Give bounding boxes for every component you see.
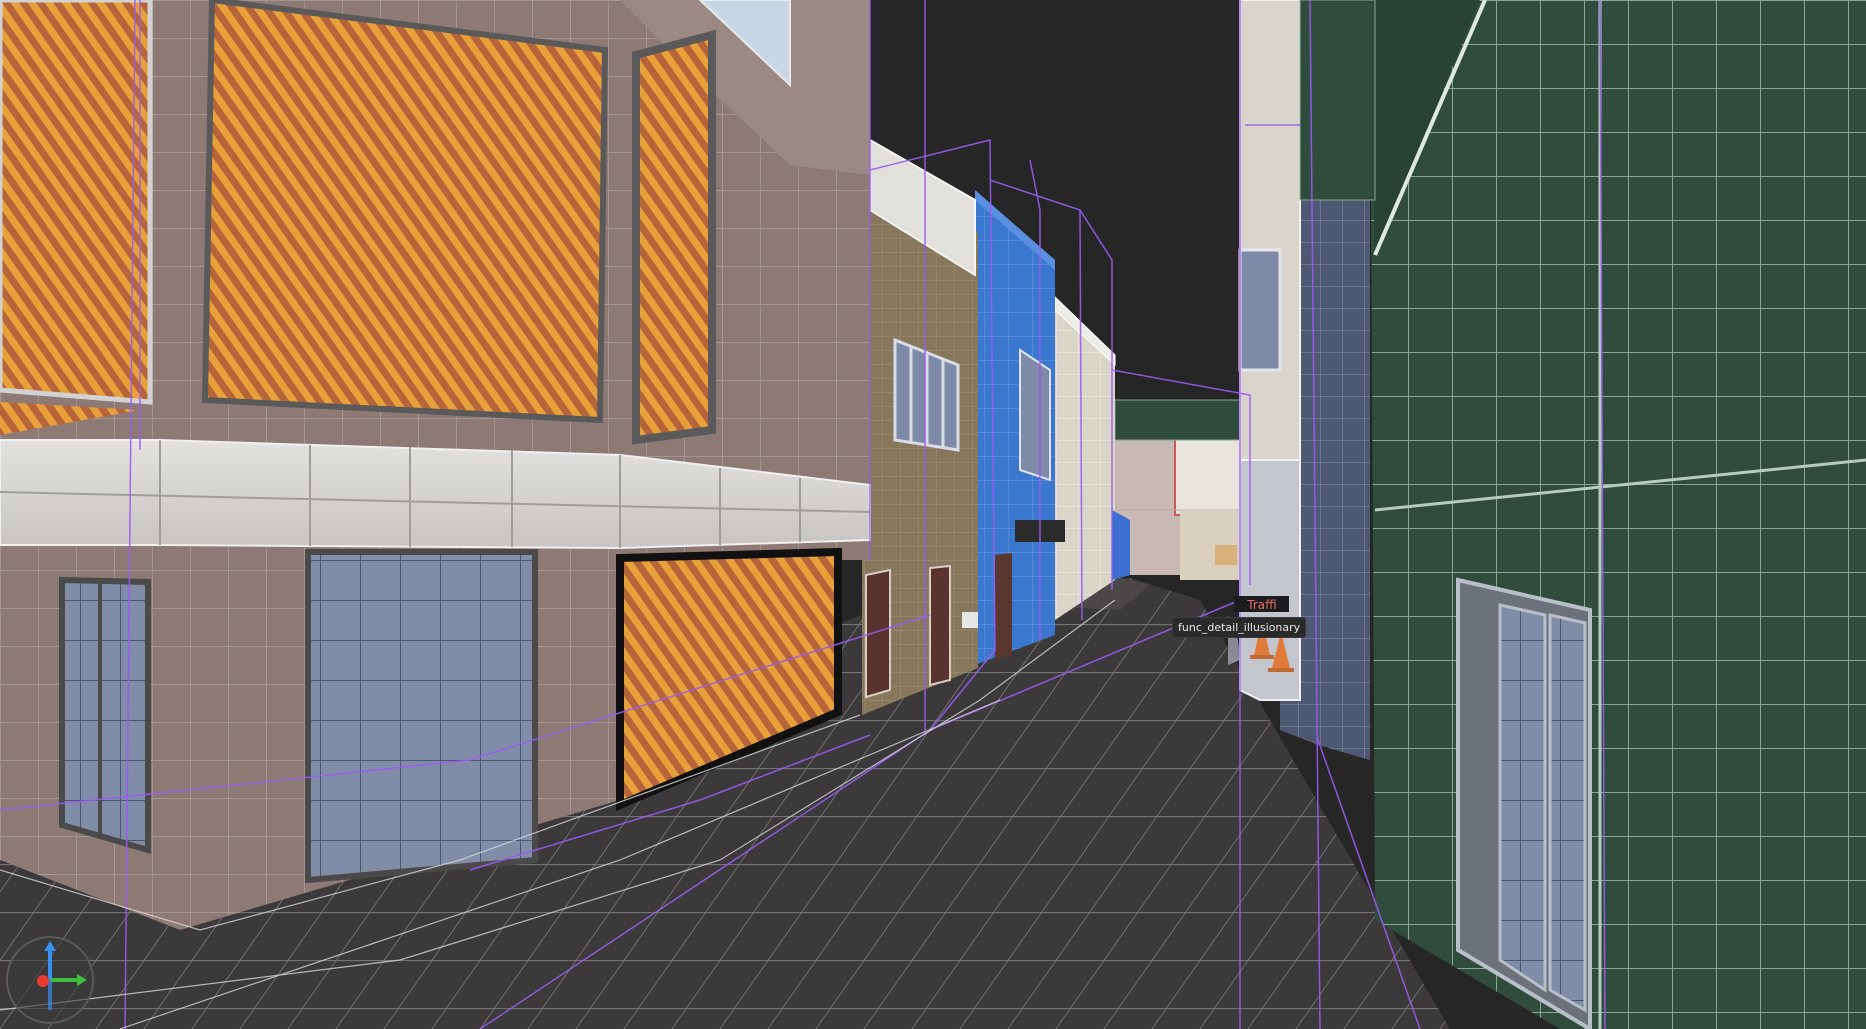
scene-render[interactable]: Traffi	[0, 0, 1866, 1029]
distant-window	[1215, 545, 1237, 565]
axis-gizmo[interactable]	[5, 935, 95, 1025]
awning-blue	[1112, 510, 1130, 580]
store-window-main	[305, 549, 538, 884]
billboard-main	[201, 0, 609, 424]
blue-building-window	[1019, 348, 1051, 482]
billboard-left	[0, 0, 153, 405]
store-door-left	[59, 576, 151, 854]
y-axis-icon	[37, 975, 49, 987]
3d-viewport[interactable]: Traffi func_detail_illusionary	[0, 0, 1866, 1029]
balcony-window	[1238, 248, 1282, 372]
entity-tooltip: func_detail_illusionary	[1172, 617, 1307, 638]
traffic-sign-text: Traffi	[1246, 598, 1276, 612]
wall-sign	[962, 612, 978, 628]
billboard-vertical	[632, 29, 716, 445]
distant-green-band	[1114, 399, 1246, 441]
white-balcony-building	[1239, 0, 1301, 461]
blue-building-door	[995, 553, 1012, 660]
